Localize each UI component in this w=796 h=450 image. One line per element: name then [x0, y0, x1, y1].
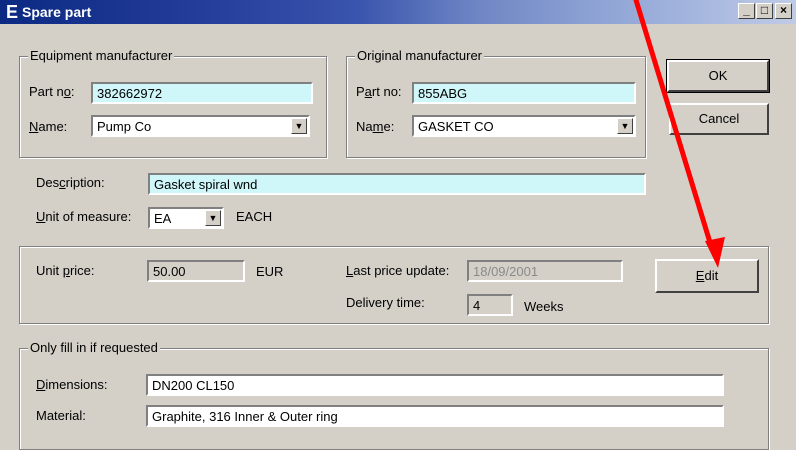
arrow-head [705, 237, 725, 268]
annotation-arrow [633, 0, 725, 268]
arrow-shaft [633, 0, 715, 252]
